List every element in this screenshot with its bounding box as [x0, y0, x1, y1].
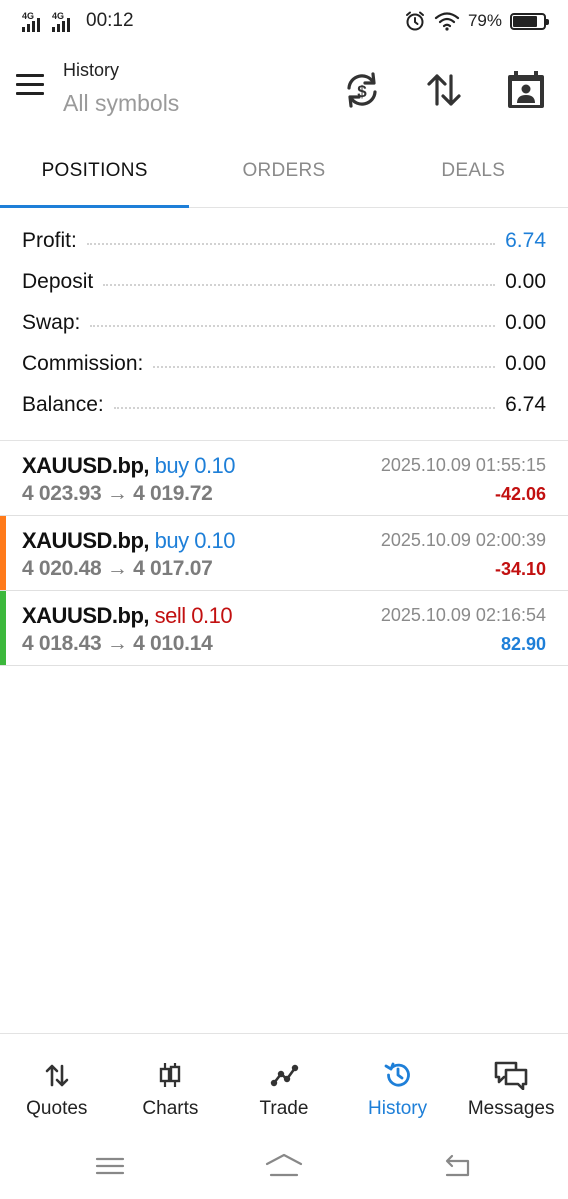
app-header: History All symbols $ [0, 44, 568, 140]
deposit-value: 0.00 [505, 269, 546, 293]
recent-apps-icon[interactable] [92, 1151, 132, 1181]
battery-icon [510, 12, 549, 30]
wifi-icon [434, 12, 460, 31]
summary-row-commission: Commission: 0.00 [0, 343, 568, 384]
signal-1-icon: 4G [22, 12, 46, 32]
svg-text:$: $ [357, 82, 367, 101]
symbol-name: XAUUSD.bp, [22, 528, 150, 553]
battery-level [513, 15, 537, 27]
profit-value: 6.74 [505, 228, 546, 252]
nav-label: Quotes [26, 1098, 88, 1119]
system-nav-bar [0, 1133, 568, 1199]
nav-quotes[interactable]: Quotes [0, 1034, 114, 1133]
sort-icon[interactable] [422, 68, 466, 112]
tab-positions[interactable]: POSITIONS [0, 140, 190, 208]
position-prices: 4 018.43 → 4 010.14 [22, 632, 213, 655]
nav-label: Trade [259, 1098, 309, 1119]
position-symbol: XAUUSD.bp, buy 0.10 [22, 453, 236, 479]
symbol-name: XAUUSD.bp, [22, 603, 150, 628]
position-side: sell 0.10 [154, 603, 233, 628]
signal-2-icon: 4G [52, 12, 76, 32]
position-prices: 4 023.93 → 4 019.72 [22, 482, 213, 505]
dot-leader [90, 324, 496, 327]
dot-leader [86, 242, 496, 245]
status-left: 4G 4G 00:12 [22, 10, 134, 32]
battery-percent: 79% [467, 11, 502, 30]
tab-deals[interactable]: DEALS [379, 140, 568, 207]
quotes-icon [45, 1064, 69, 1087]
position-stripe [0, 516, 6, 590]
summary-row-swap: Swap: 0.00 [0, 302, 568, 343]
alarm-icon [405, 11, 424, 31]
nav-label: History [368, 1098, 428, 1119]
position-prices: 4 020.48 → 4 017.07 [22, 557, 213, 580]
position-side: buy 0.10 [154, 453, 236, 478]
position-symbol: XAUUSD.bp, buy 0.10 [22, 528, 236, 554]
nav-label: Messages [467, 1098, 555, 1119]
clock: 00:12 [86, 10, 134, 31]
position-time: 2025.10.09 02:00:39 [380, 530, 546, 550]
messages-icon [494, 1061, 528, 1090]
position-row[interactable]: XAUUSD.bp, buy 0.10 4 023.93 → 4 019.72 … [0, 441, 568, 516]
position-profit: -34.10 [494, 559, 546, 579]
charts-icon [160, 1063, 181, 1087]
history-icon [384, 1062, 410, 1087]
balance-label: Balance: [22, 392, 104, 416]
commission-value: 0.00 [505, 351, 546, 375]
deposit-label: Deposit [22, 269, 94, 293]
nav-charts[interactable]: Charts [114, 1034, 228, 1133]
position-time: 2025.10.09 01:55:15 [380, 455, 546, 475]
positions-list: XAUUSD.bp, buy 0.10 4 023.93 → 4 019.72 … [0, 441, 568, 666]
symbol-name: XAUUSD.bp, [22, 453, 150, 478]
nav-label: Charts [142, 1098, 199, 1119]
nav-history[interactable]: History [341, 1034, 455, 1133]
hamburger-menu-icon[interactable] [16, 74, 46, 100]
currency-exchange-icon[interactable]: $ [340, 68, 384, 112]
summary-row-profit: Profit: 6.74 [0, 220, 568, 261]
nav-trade[interactable]: Trade [227, 1034, 341, 1133]
status-right: 79% [404, 10, 549, 32]
nav-messages[interactable]: Messages [454, 1034, 568, 1133]
home-icon[interactable] [264, 1151, 304, 1181]
position-stripe [0, 591, 6, 665]
commission-label: Commission: [22, 351, 144, 375]
dot-leader [103, 283, 496, 286]
back-icon[interactable] [440, 1151, 480, 1181]
position-side: buy 0.10 [154, 528, 236, 553]
position-symbol: XAUUSD.bp, sell 0.10 [22, 603, 233, 629]
summary-row-balance: Balance: 6.74 [0, 384, 568, 425]
history-tabs: POSITIONS ORDERS DEALS [0, 140, 568, 208]
tab-orders[interactable]: ORDERS [189, 140, 378, 207]
summary-panel: Profit: 6.74 Deposit 0.00 Swap: 0.00 Com… [0, 220, 568, 425]
balance-value: 6.74 [505, 392, 546, 416]
status-bar: 4G 4G 00:12 79% [0, 0, 568, 44]
summary-row-deposit: Deposit 0.00 [0, 261, 568, 302]
position-stripe [0, 441, 6, 515]
swap-value: 0.00 [505, 310, 546, 334]
calendar-icon[interactable] [504, 68, 548, 112]
profit-label: Profit: [22, 228, 77, 252]
dot-leader [113, 406, 496, 409]
position-row[interactable]: XAUUSD.bp, buy 0.10 4 020.48 → 4 017.07 … [0, 516, 568, 591]
position-profit: 82.90 [500, 634, 546, 654]
page-title: History [63, 60, 120, 80]
trade-icon [270, 1064, 299, 1087]
swap-label: Swap: [22, 310, 81, 334]
position-time: 2025.10.09 02:16:54 [380, 605, 546, 625]
position-profit: -42.06 [494, 484, 546, 504]
bottom-nav: Quotes Charts Trade History Messages [0, 1033, 568, 1133]
symbol-filter[interactable]: All symbols [63, 90, 179, 117]
position-row[interactable]: XAUUSD.bp, sell 0.10 4 018.43 → 4 010.14… [0, 591, 568, 666]
dot-leader [153, 365, 496, 368]
